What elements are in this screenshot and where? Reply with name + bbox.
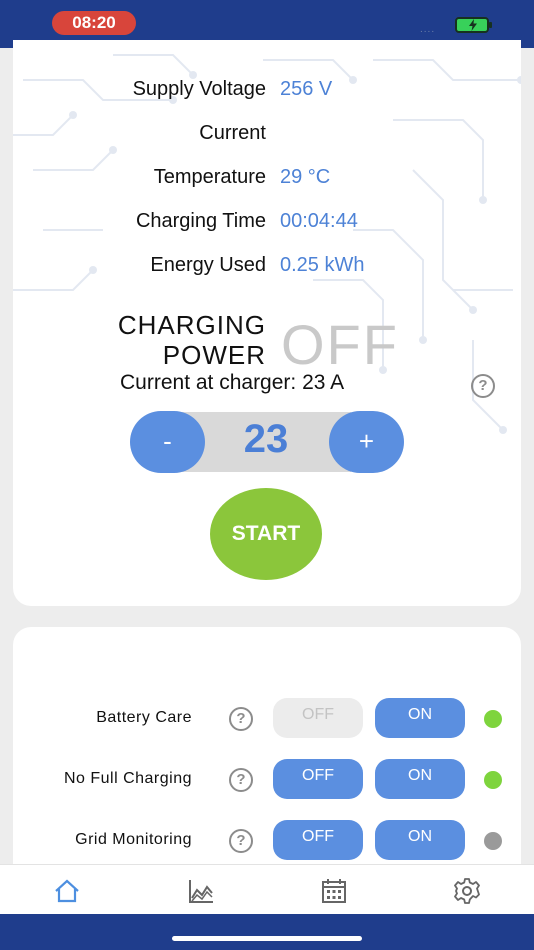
reading-value: 0.25 kWh <box>280 254 365 276</box>
setting-no-full-charging: No Full Charging ? OFF ON <box>13 759 521 801</box>
help-icon[interactable]: ? <box>229 768 253 792</box>
on-button[interactable]: ON <box>375 698 465 738</box>
reading-label: Supply Voltage <box>132 78 266 100</box>
setting-battery-care: Battery Care ? OFF ON <box>13 698 521 740</box>
reading-value: 00:04:44 <box>280 210 358 232</box>
reading-temperature: Temperature 29 °C <box>13 166 521 196</box>
signal-icon: .... <box>420 24 436 35</box>
reading-current: Current <box>13 122 521 152</box>
charging-power-label-line1: CHARGING <box>117 310 266 340</box>
reading-label: Temperature <box>153 166 266 188</box>
off-button[interactable]: OFF <box>273 698 363 738</box>
reading-value: 29 °C <box>280 166 331 188</box>
help-icon[interactable]: ? <box>229 829 253 853</box>
settings-card: Battery Care ? OFF ON No Full Charging ?… <box>13 627 521 877</box>
home-indicator[interactable] <box>172 936 362 941</box>
on-button[interactable]: ON <box>375 759 465 799</box>
current-setpoint: 23 <box>243 417 289 461</box>
on-button[interactable]: ON <box>375 820 465 860</box>
gear-icon[interactable] <box>453 877 481 905</box>
charging-power-status: OFF <box>281 313 399 376</box>
charging-power-label: CHARGING POWER <box>118 310 266 370</box>
status-indicator <box>484 710 502 728</box>
reading-label: Current <box>199 122 266 144</box>
help-icon[interactable]: ? <box>229 707 253 731</box>
status-time: 08:20 <box>52 11 136 35</box>
status-indicator <box>484 771 502 789</box>
bottom-bar <box>0 914 534 950</box>
tab-bar <box>0 864 534 914</box>
charging-power-label-line2: POWER <box>162 340 266 370</box>
help-icon[interactable]: ? <box>471 374 495 398</box>
reading-value: 256 V <box>280 78 333 100</box>
chart-icon[interactable] <box>187 877 215 905</box>
reading-label: Charging Time <box>135 210 266 232</box>
setting-label: Battery Care <box>96 709 192 726</box>
charging-card: Supply Voltage 256 V Current Temperature… <box>13 40 521 606</box>
off-button[interactable]: OFF <box>273 820 363 860</box>
reading-supply-voltage: Supply Voltage 256 V <box>13 78 521 108</box>
battery-icon <box>455 17 492 33</box>
start-button[interactable]: START <box>210 488 322 580</box>
setting-label: No Full Charging <box>63 770 192 787</box>
calendar-icon[interactable] <box>320 877 348 905</box>
setting-grid-monitoring: Grid Monitoring ? OFF ON <box>13 820 521 862</box>
reading-energy-used: Energy Used 0.25 kWh <box>13 254 521 284</box>
setting-label: Grid Monitoring <box>75 831 192 848</box>
reading-label: Energy Used <box>150 254 266 276</box>
increment-button[interactable]: + <box>329 411 404 473</box>
off-button[interactable]: OFF <box>273 759 363 799</box>
charger-current-text: Current at charger: 23 A <box>120 371 345 394</box>
status-indicator <box>484 832 502 850</box>
home-icon[interactable] <box>53 877 81 905</box>
reading-charging-time: Charging Time 00:04:44 <box>13 210 521 240</box>
